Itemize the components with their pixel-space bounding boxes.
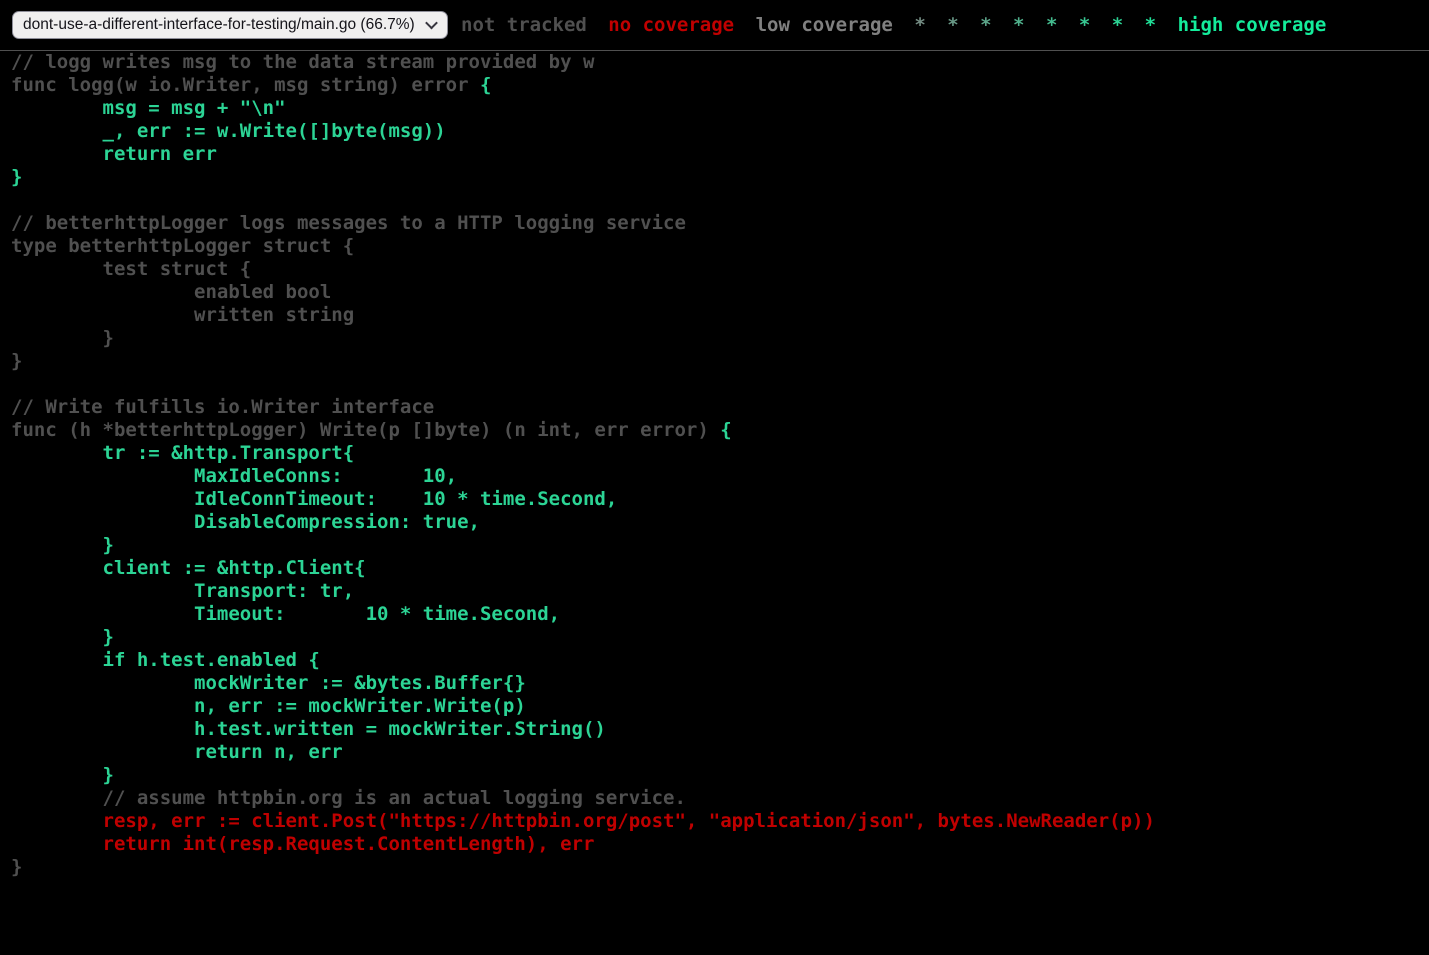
code-line: }	[11, 350, 22, 372]
coverage-legend: not tracked no coverage low coverage * *…	[456, 14, 1331, 36]
code-covered: MaxIdleConns: 10,	[11, 465, 457, 487]
code-line: written string	[11, 304, 354, 326]
code-line: }	[11, 534, 114, 556]
code-covered: tr := &http.Transport{	[11, 442, 354, 464]
code-covered: h.test.written = mockWriter.String()	[11, 718, 606, 740]
code-untracked: test struct {	[11, 258, 251, 280]
code-line: func (h *betterhttpLogger) Write(p []byt…	[11, 419, 732, 441]
code-line: tr := &http.Transport{	[11, 442, 354, 464]
code-line: msg = msg + "\n"	[11, 97, 286, 119]
code-line: enabled bool	[11, 281, 331, 303]
legend-no-coverage: no coverage	[608, 14, 734, 36]
code-uncovered: return int(resp.Request.ContentLength), …	[11, 833, 594, 855]
code-line: return int(resp.Request.ContentLength), …	[11, 833, 594, 855]
topbar: dont-use-a-different-interface-for-testi…	[0, 0, 1429, 51]
code-line: return n, err	[11, 741, 343, 763]
code-covered: n, err := mockWriter.Write(p)	[11, 695, 526, 717]
legend-star: *	[1013, 14, 1024, 36]
code-covered: msg = msg + "\n"	[11, 97, 286, 119]
code-line: // logg writes msg to the data stream pr…	[11, 51, 594, 73]
code-covered: return err	[11, 143, 217, 165]
code-covered: }	[11, 626, 114, 648]
legend-star: *	[980, 14, 991, 36]
code-covered: IdleConnTimeout: 10 * time.Second,	[11, 488, 617, 510]
code-covered: }	[11, 166, 22, 188]
content: // logg writes msg to the data stream pr…	[0, 51, 1429, 899]
code-untracked: // betterhttpLogger logs messages to a H…	[11, 212, 686, 234]
code-line: // assume httpbin.org is an actual loggi…	[11, 787, 686, 809]
code-line: func logg(w io.Writer, msg string) error…	[11, 74, 491, 96]
code-line: Timeout: 10 * time.Second,	[11, 603, 560, 625]
code-line: }	[11, 327, 114, 349]
code-line: MaxIdleConns: 10,	[11, 465, 457, 487]
code-untracked: type betterhttpLogger struct {	[11, 235, 354, 257]
code-untracked: // assume httpbin.org is an actual loggi…	[11, 787, 686, 809]
code-line: if h.test.enabled {	[11, 649, 320, 671]
source-code: // logg writes msg to the data stream pr…	[0, 51, 1429, 899]
legend-high-coverage: high coverage	[1178, 14, 1327, 36]
code-line: IdleConnTimeout: 10 * time.Second,	[11, 488, 617, 510]
legend-not-tracked: not tracked	[461, 14, 587, 36]
file-selector-wrap: dont-use-a-different-interface-for-testi…	[12, 11, 448, 39]
code-covered: return n, err	[11, 741, 343, 763]
code-line: mockWriter := &bytes.Buffer{}	[11, 672, 526, 694]
code-untracked: }	[11, 350, 22, 372]
code-untracked: written string	[11, 304, 354, 326]
code-covered: if h.test.enabled {	[11, 649, 320, 671]
code-covered: {	[720, 419, 731, 441]
code-covered: _, err := w.Write([]byte(msg))	[11, 120, 446, 142]
code-line: test struct {	[11, 258, 251, 280]
code-covered: }	[11, 534, 114, 556]
code-untracked: func logg(w io.Writer, msg string) error	[11, 74, 480, 96]
code-line: client := &http.Client{	[11, 557, 366, 579]
code-covered: Timeout: 10 * time.Second,	[11, 603, 560, 625]
code-line: return err	[11, 143, 217, 165]
legend-star: *	[1145, 14, 1156, 36]
code-untracked: enabled bool	[11, 281, 331, 303]
code-line: }	[11, 764, 114, 786]
code-line: }	[11, 626, 114, 648]
code-covered: }	[11, 764, 114, 786]
code-line: Transport: tr,	[11, 580, 354, 602]
code-line: }	[11, 856, 22, 878]
legend-low-coverage: low coverage	[756, 14, 893, 36]
legend-star: *	[947, 14, 958, 36]
code-line: type betterhttpLogger struct {	[11, 235, 354, 257]
code-covered: DisableCompression: true,	[11, 511, 480, 533]
code-line: DisableCompression: true,	[11, 511, 480, 533]
code-untracked: func (h *betterhttpLogger) Write(p []byt…	[11, 419, 720, 441]
legend-star: *	[914, 14, 925, 36]
file-selector[interactable]: dont-use-a-different-interface-for-testi…	[12, 11, 448, 39]
code-covered: mockWriter := &bytes.Buffer{}	[11, 672, 526, 694]
code-untracked: // logg writes msg to the data stream pr…	[11, 51, 594, 73]
code-untracked: }	[11, 327, 114, 349]
legend-star: *	[1112, 14, 1123, 36]
code-line: }	[11, 166, 22, 188]
legend-star: *	[1046, 14, 1057, 36]
code-line: _, err := w.Write([]byte(msg))	[11, 120, 446, 142]
file-nav: dont-use-a-different-interface-for-testi…	[12, 11, 448, 39]
code-covered: Transport: tr,	[11, 580, 354, 602]
code-line: // betterhttpLogger logs messages to a H…	[11, 212, 686, 234]
legend-star: *	[1079, 14, 1090, 36]
code-line: resp, err := client.Post("https://httpbi…	[11, 810, 1155, 832]
code-uncovered: resp, err := client.Post("https://httpbi…	[11, 810, 1155, 832]
code-line: n, err := mockWriter.Write(p)	[11, 695, 526, 717]
code-untracked: }	[11, 856, 22, 878]
code-untracked: // Write fulfills io.Writer interface	[11, 396, 434, 418]
code-covered: client := &http.Client{	[11, 557, 366, 579]
code-line: // Write fulfills io.Writer interface	[11, 396, 434, 418]
code-covered: {	[480, 74, 491, 96]
code-line: h.test.written = mockWriter.String()	[11, 718, 606, 740]
